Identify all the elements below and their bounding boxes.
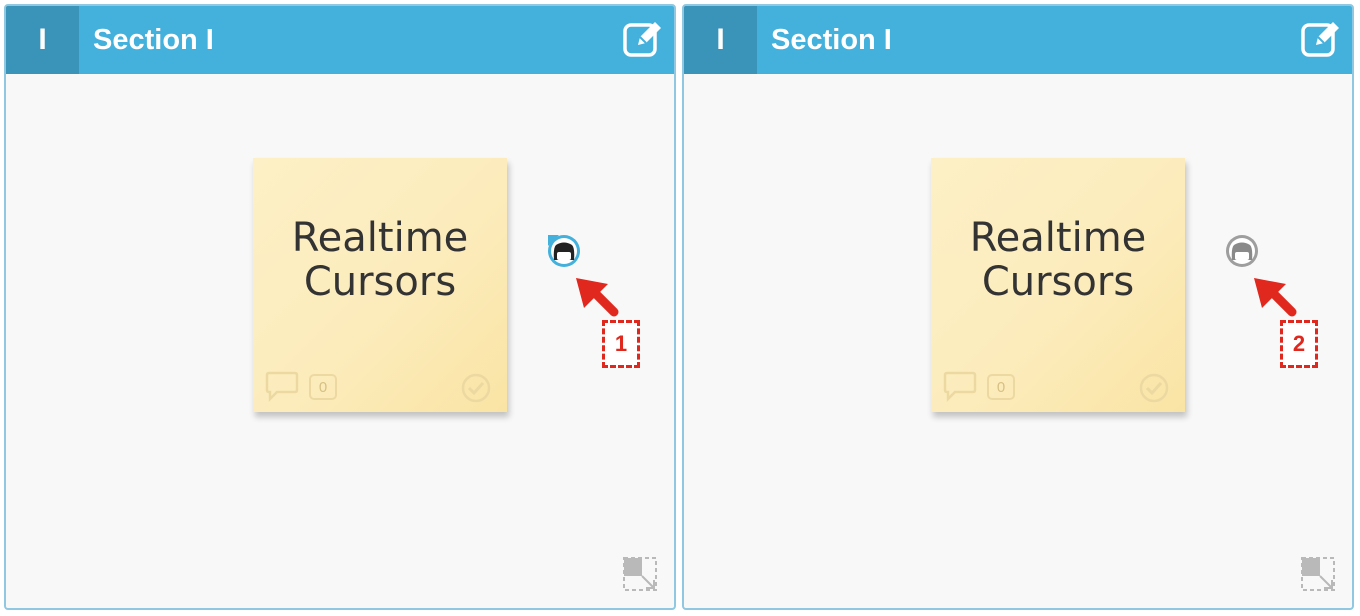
section-header: I Section I	[684, 6, 1352, 74]
arrow-icon	[1244, 272, 1304, 322]
arrow-icon	[566, 272, 626, 322]
user-avatar-icon	[543, 232, 583, 272]
comment-icon[interactable]	[265, 370, 299, 403]
section-panel-1: I Section I Realtime Cursors 0 1	[4, 4, 676, 610]
comment-count-badge: 0	[309, 374, 337, 400]
sticky-note[interactable]: Realtime Cursors 0	[253, 158, 507, 412]
edit-icon[interactable]	[622, 18, 664, 60]
resize-icon[interactable]	[1300, 556, 1336, 592]
resize-icon[interactable]	[622, 556, 658, 592]
comment-icon[interactable]	[943, 370, 977, 403]
sticky-note-text: Realtime Cursors	[291, 215, 469, 305]
section-header: I Section I	[6, 6, 674, 74]
sticky-note[interactable]: Realtime Cursors 0	[931, 158, 1185, 412]
callout-number: 2	[1280, 320, 1318, 368]
check-circle-icon[interactable]	[1138, 372, 1170, 404]
check-circle-icon[interactable]	[460, 372, 492, 404]
comment-count-badge: 0	[987, 374, 1015, 400]
section-number: I	[684, 6, 757, 74]
section-title: Section I	[771, 23, 892, 56]
edit-icon[interactable]	[1300, 18, 1342, 60]
user-avatar-icon	[1221, 232, 1261, 272]
section-title: Section I	[93, 23, 214, 56]
section-number: I	[6, 6, 79, 74]
sticky-note-text: Realtime Cursors	[969, 215, 1147, 305]
section-panel-2: I Section I Realtime Cursors 0 2	[682, 4, 1354, 610]
callout-number: 1	[602, 320, 640, 368]
